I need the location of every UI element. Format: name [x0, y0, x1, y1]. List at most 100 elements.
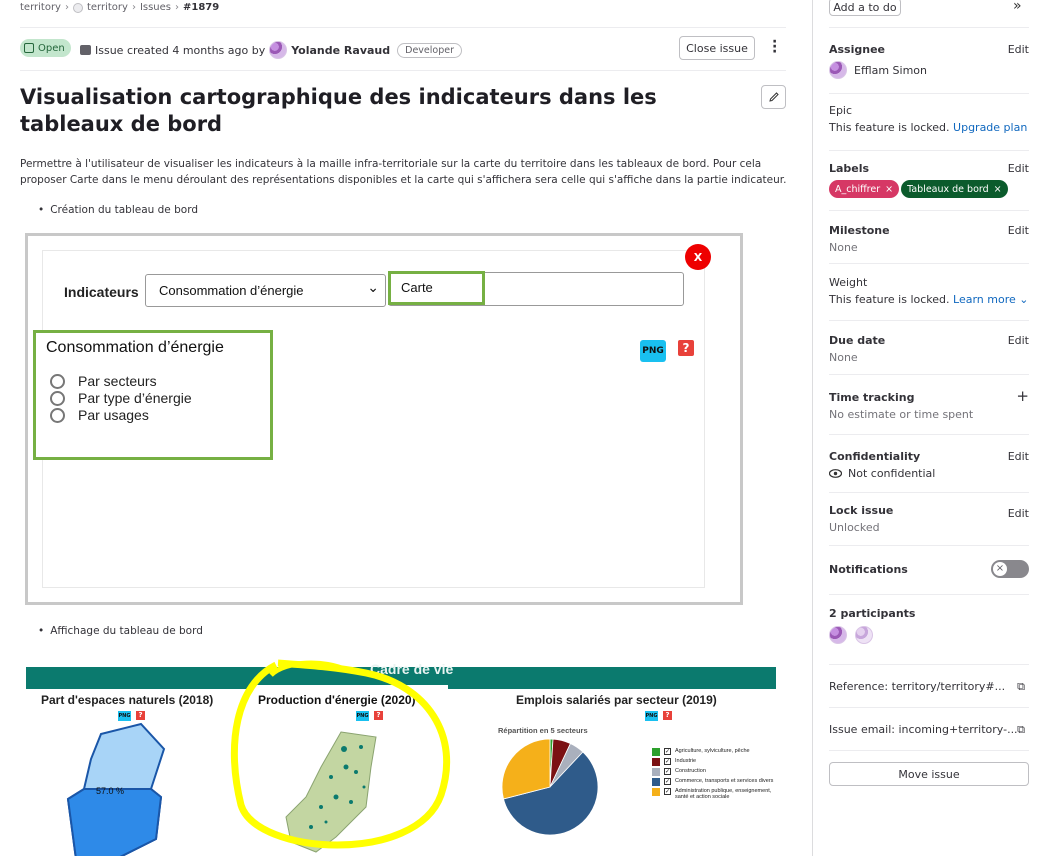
highlight-box: Carte: [388, 271, 485, 305]
issue-description: Permettre à l'utilisateur de visualiser …: [20, 158, 787, 186]
assignee-section: Assignee Edit Efflam Simon: [829, 43, 1029, 79]
png-export-icon: PNG: [645, 711, 658, 721]
move-issue-button[interactable]: Move issue: [829, 762, 1029, 786]
screenshot-dashboard[interactable]: Cadre de vie Part d'espaces naturels (20…: [26, 655, 776, 856]
chevron-right-icon: ›: [175, 2, 180, 13]
lock-section: Lock issue Edit Unlocked: [829, 504, 1029, 534]
email-text: Issue email: incoming+territory-...: [829, 723, 1018, 736]
assignee-row[interactable]: Efflam Simon: [829, 61, 1029, 79]
labels-title: Labels: [829, 162, 870, 175]
project-avatar-icon: [72, 2, 83, 13]
divider: [829, 492, 1029, 493]
email-section: Issue email: incoming+territory-... ⧉: [829, 723, 1029, 736]
list-item: Affichage du tableau de bord: [38, 625, 203, 637]
divider: [829, 93, 1029, 94]
copy-icon[interactable]: ⧉: [1017, 680, 1025, 694]
pie-legend: ✓ Agriculture, sylviculture, pêche ✓ Indust…: [652, 748, 776, 802]
divider: [829, 664, 1029, 665]
checkbox-icon: ✓: [664, 778, 671, 785]
chart1-title: Part d'espaces naturels (2018): [41, 693, 214, 707]
issue-meta: Issue created 4 months ago by Yolande Ra…: [80, 41, 462, 59]
weight-section: Weight This feature is locked. Learn mor…: [829, 276, 1029, 306]
close-issue-button[interactable]: Close issue: [679, 36, 755, 60]
milestone-edit-button[interactable]: Edit: [1008, 224, 1029, 237]
divider: [829, 594, 1029, 595]
issue-title: Visualisation cartographique des indicat…: [20, 85, 657, 136]
participants-title: 2 participants: [829, 607, 916, 620]
avatar[interactable]: [855, 626, 873, 644]
due-date-title: Due date: [829, 334, 886, 347]
help-icon: ?: [678, 340, 694, 356]
breadcrumb-group[interactable]: territory: [20, 2, 61, 13]
assignee-edit-button[interactable]: Edit: [1008, 43, 1029, 56]
indicator-dropdown: Consommation d’énergie ⌄: [145, 274, 386, 307]
label-a-chiffrer[interactable]: A_chiffrer ×: [829, 180, 900, 198]
avatar[interactable]: [269, 41, 288, 59]
breadcrumb-issues[interactable]: Issues: [140, 2, 171, 13]
representation-value: Carte: [401, 280, 433, 295]
remove-label-icon[interactable]: ×: [885, 184, 893, 195]
upgrade-plan-link[interactable]: Upgrade plan: [953, 121, 1027, 134]
author-link[interactable]: Yolande Ravaud: [291, 44, 390, 57]
radio-label: Par type d’énergie: [78, 390, 192, 406]
epic-section: Epic This feature is locked. Upgrade pla…: [829, 104, 1029, 134]
issue-main: territory › territory › Issues › #1879 O…: [0, 0, 812, 856]
panel-title: Consommation d’énergie: [46, 339, 224, 356]
edit-title-button[interactable]: [761, 85, 786, 109]
sector-pie-chart: [501, 738, 599, 836]
label-tableaux-de-bord[interactable]: Tableaux de bord ×: [901, 180, 1008, 198]
divider: [829, 27, 1029, 28]
due-date-edit-button[interactable]: Edit: [1008, 334, 1029, 347]
legend-item: ✓ Agriculture, sylviculture, pêche: [652, 748, 776, 756]
label-text: A_chiffrer: [835, 183, 881, 195]
divider: [829, 263, 1029, 264]
chart3-title: Emplois salariés par secteur (2019): [516, 693, 717, 707]
add-todo-button[interactable]: Add a to do: [829, 0, 901, 16]
issue-sidebar: Add a to do » Assignee Edit Efflam Simon…: [812, 0, 1050, 856]
avatar: [829, 61, 847, 79]
weight-title: Weight: [829, 276, 868, 289]
lock-title: Lock issue: [829, 504, 894, 517]
lock-edit-button[interactable]: Edit: [1008, 507, 1029, 520]
collapse-sidebar-icon[interactable]: »: [1013, 0, 1022, 14]
more-actions-icon[interactable]: · · ·: [772, 35, 777, 59]
radio-list: Par secteurs Par type d’énergie Par usag…: [50, 373, 192, 424]
list-item: Création du tableau de bord: [38, 204, 198, 216]
role-badge: Developer: [397, 42, 462, 58]
time-tracking-section: Time tracking + No estimate or time spen…: [829, 387, 1029, 421]
created-text: Issue created 4 months ago by: [95, 43, 266, 57]
milestone-title: Milestone: [829, 224, 890, 237]
legend-swatch: [652, 788, 660, 796]
reference-text: Reference: territory/territory#...: [829, 680, 1006, 693]
breadcrumb-project[interactable]: territory: [87, 2, 128, 13]
confidentiality-edit-button[interactable]: Edit: [1008, 450, 1029, 463]
divider: [829, 320, 1029, 321]
screenshot-creation[interactable]: X Indicateurs Consommation d’énergie ⌄ C…: [25, 233, 743, 605]
label-list: A_chiffrer × Tableaux de bord ×: [829, 180, 1029, 198]
help-icon: ?: [663, 711, 672, 720]
epic-locked: This feature is locked. Upgrade plan: [829, 121, 1029, 134]
labels-edit-button[interactable]: Edit: [1008, 162, 1029, 175]
learn-more-link[interactable]: Learn more: [953, 293, 1016, 306]
chevron-down-icon[interactable]: ⌄: [1016, 293, 1028, 306]
divider: [829, 545, 1029, 546]
breadcrumb-current[interactable]: #1879: [183, 2, 219, 13]
avatar[interactable]: [829, 626, 847, 644]
remove-label-icon[interactable]: ×: [994, 184, 1002, 195]
confidentiality-row: Not confidential: [829, 467, 1029, 480]
participant-list: [829, 626, 1029, 644]
pencil-icon: [768, 92, 779, 102]
breadcrumb: territory › territory › Issues › #1879: [20, 2, 219, 13]
legend-label: Agriculture, sylviculture, pêche: [675, 748, 750, 754]
chart1-value: 57.0 %: [96, 786, 125, 796]
legend-label: Administration publique, enseignement, s…: [675, 788, 772, 800]
copy-icon[interactable]: ⧉: [1017, 723, 1025, 737]
divider: [829, 707, 1029, 708]
close-x-icon: X: [685, 244, 711, 270]
notifications-toggle[interactable]: ×: [991, 560, 1029, 578]
add-time-icon[interactable]: +: [1016, 387, 1029, 405]
assignee-title: Assignee: [829, 43, 886, 56]
time-tracking-value: No estimate or time spent: [829, 408, 974, 421]
issue-type-icon: [80, 45, 91, 55]
assignee-name: Efflam Simon: [854, 63, 927, 77]
